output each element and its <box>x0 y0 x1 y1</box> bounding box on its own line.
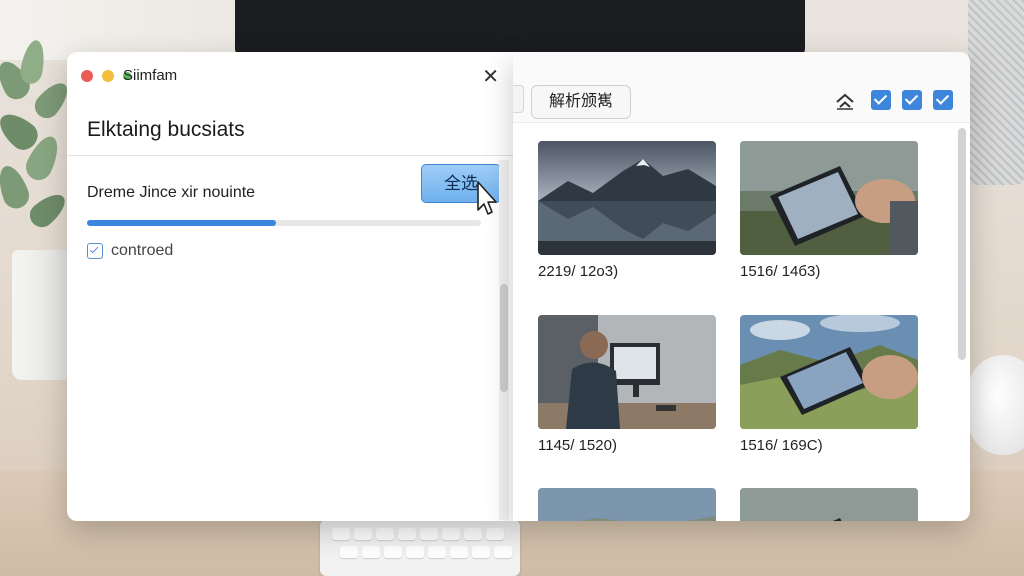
divider <box>67 155 513 156</box>
image-thumb-mountain-lake[interactable] <box>538 141 716 255</box>
close-window-dot[interactable] <box>81 70 93 82</box>
image-thumb-tablet-landscape[interactable] <box>740 315 918 429</box>
image-thumb-tablet-hand[interactable] <box>740 141 918 255</box>
image-caption-3: 1145/ 1520) <box>538 437 617 454</box>
toolbar-checkbox-1[interactable] <box>871 90 891 110</box>
gallery-scrollbar-thumb[interactable] <box>958 128 966 360</box>
image-thumb-tablet-hand-3[interactable] <box>740 488 918 521</box>
share-icon[interactable] <box>835 92 855 110</box>
close-icon[interactable]: ✕ <box>482 64 499 89</box>
toolbar-checkbox-3[interactable] <box>933 90 953 110</box>
progress-bar <box>87 220 481 226</box>
controed-checkbox-row[interactable]: controed <box>87 242 173 260</box>
dialog-scrollbar-thumb[interactable] <box>500 284 508 392</box>
dialog-description: Dreme Jince xir nouinte <box>87 184 256 201</box>
dialog-heading: Elktaing bucsiats <box>87 118 245 141</box>
image-caption-1: 2219/ 12о3) <box>538 263 619 280</box>
select-dialog: Siimfam ✕ Elktaing bucsiats Dreme Jince … <box>67 52 513 521</box>
mouse-pointer-icon <box>477 181 497 215</box>
background-keyboard <box>320 520 520 576</box>
image-caption-2: 1516/ 14б3) <box>740 263 821 280</box>
image-thumb-man-at-computer[interactable] <box>538 315 716 429</box>
dialog-title: Siimfam <box>123 67 178 84</box>
plant-pot <box>12 250 72 380</box>
minimize-window-dot[interactable] <box>102 70 114 82</box>
background-monitor <box>235 0 805 55</box>
checkbox[interactable] <box>87 243 103 259</box>
background-pen-cup <box>968 0 1024 185</box>
image-caption-4: 1516/ 169C) <box>740 437 823 454</box>
checkbox-label: controed <box>111 242 174 259</box>
gallery-toolbar: 解析颁嶲 <box>513 52 970 123</box>
image-thumb-tablet-hand-2[interactable] <box>538 488 716 521</box>
progress-fill <box>87 220 277 226</box>
background-mouse <box>968 355 1024 455</box>
image-gallery-panel: 解析颁嶲 2219/ 12о3) 1516/ 14б3) 1145/ 1520)… <box>513 52 970 521</box>
analyze-button[interactable]: 解析颁嶲 <box>531 85 631 119</box>
toolbar-checkbox-2[interactable] <box>902 90 922 110</box>
panel-tab-stub[interactable] <box>513 85 524 113</box>
